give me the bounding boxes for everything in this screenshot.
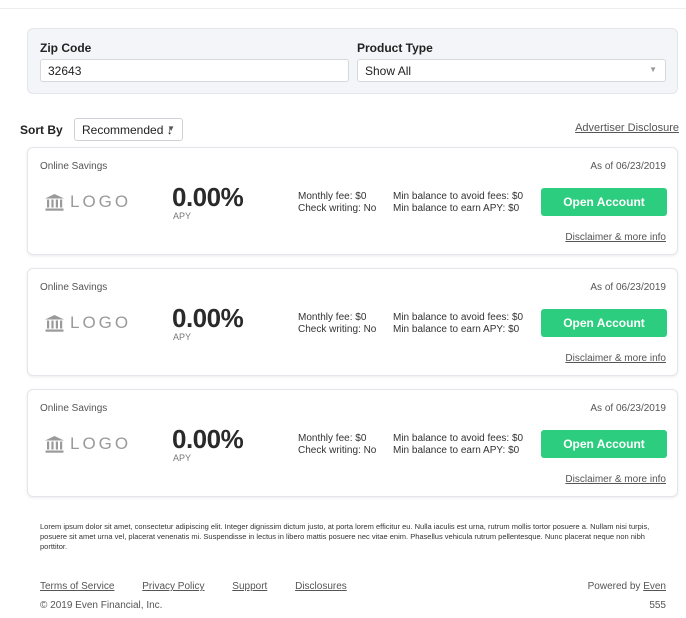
bank-icon bbox=[45, 193, 64, 211]
terms-of-service-link[interactable]: Terms of Service bbox=[40, 581, 114, 592]
fee-details: Monthly fee: $0 Check writing: No bbox=[298, 191, 376, 215]
footer-links: Terms of Service Privacy Policy Support … bbox=[40, 581, 372, 592]
balance-details: Min balance to avoid fees: $0 Min balanc… bbox=[393, 433, 523, 457]
min-balance-apy: Min balance to earn APY: $0 bbox=[393, 203, 520, 214]
monthly-fee: Monthly fee: $0 bbox=[298, 191, 367, 202]
bank-logo: LOGO bbox=[45, 192, 131, 212]
bank-logo: LOGO bbox=[45, 434, 131, 454]
legal-disclaimer-text: Lorem ipsum dolor sit amet, consectetur … bbox=[40, 522, 650, 551]
logo-text: LOGO bbox=[70, 313, 132, 332]
apy-rate: 0.00% bbox=[172, 182, 244, 212]
disclaimer-link[interactable]: Disclaimer & more info bbox=[565, 474, 666, 485]
min-balance-fees: Min balance to avoid fees: $0 bbox=[393, 433, 524, 444]
apy-rate: 0.00% bbox=[172, 424, 244, 454]
bank-logo: LOGO bbox=[45, 313, 131, 333]
powered-by-label: Powered by bbox=[587, 581, 641, 592]
disclaimer-link[interactable]: Disclaimer & more info bbox=[565, 353, 666, 364]
balance-details: Min balance to avoid fees: $0 Min balanc… bbox=[393, 312, 523, 336]
logo-text: LOGO bbox=[70, 192, 132, 211]
min-balance-fees: Min balance to avoid fees: $0 bbox=[393, 191, 524, 202]
fee-details: Monthly fee: $0 Check writing: No bbox=[298, 433, 376, 457]
powered-by: Powered by Even bbox=[588, 581, 666, 592]
zip-code-input[interactable] bbox=[40, 59, 349, 82]
rate-date: As of 06/23/2019 bbox=[590, 282, 666, 293]
check-writing: Check writing: No bbox=[298, 203, 377, 214]
apy-label: APY bbox=[173, 332, 192, 342]
chevron-down-icon: ▼ bbox=[649, 65, 657, 74]
apy-label: APY bbox=[173, 453, 192, 463]
privacy-policy-link[interactable]: Privacy Policy bbox=[142, 581, 204, 592]
sort-select[interactable]: Recommended ↓ ▼ bbox=[74, 118, 183, 141]
check-writing: Check writing: No bbox=[298, 324, 377, 335]
sort-by-label: Sort By bbox=[20, 123, 63, 137]
open-account-button[interactable]: Open Account bbox=[541, 188, 667, 216]
fee-details: Monthly fee: $0 Check writing: No bbox=[298, 312, 376, 336]
apy-rate: 0.00% bbox=[172, 303, 244, 333]
check-writing: Check writing: No bbox=[298, 445, 377, 456]
page-number: 555 bbox=[649, 600, 666, 611]
copyright: © 2019 Even Financial, Inc. bbox=[40, 600, 163, 611]
apy-label: APY bbox=[173, 211, 192, 221]
sort-value: Recommended ↓ bbox=[82, 123, 173, 137]
product-type-label: Product Type bbox=[357, 41, 433, 55]
even-link[interactable]: Even bbox=[643, 581, 666, 592]
account-type: Online Savings bbox=[40, 161, 108, 172]
bank-icon bbox=[45, 435, 64, 453]
advertiser-disclosure-link[interactable]: Advertiser Disclosure bbox=[575, 122, 679, 134]
open-account-button[interactable]: Open Account bbox=[541, 430, 667, 458]
filter-panel: Zip Code Product Type Show All ▼ bbox=[27, 28, 678, 94]
product-type-value: Show All bbox=[365, 64, 412, 78]
logo-text: LOGO bbox=[70, 434, 132, 453]
min-balance-fees: Min balance to avoid fees: $0 bbox=[393, 312, 524, 323]
rate-date: As of 06/23/2019 bbox=[590, 161, 666, 172]
disclaimer-link[interactable]: Disclaimer & more info bbox=[565, 232, 666, 243]
product-type-select[interactable]: Show All ▼ bbox=[357, 59, 666, 82]
support-link[interactable]: Support bbox=[232, 581, 267, 592]
top-divider bbox=[0, 8, 686, 9]
min-balance-apy: Min balance to earn APY: $0 bbox=[393, 324, 520, 335]
min-balance-apy: Min balance to earn APY: $0 bbox=[393, 445, 520, 456]
account-type: Online Savings bbox=[40, 403, 108, 414]
monthly-fee: Monthly fee: $0 bbox=[298, 312, 367, 323]
bank-icon bbox=[45, 314, 64, 332]
disclosures-link[interactable]: Disclosures bbox=[295, 581, 347, 592]
balance-details: Min balance to avoid fees: $0 Min balanc… bbox=[393, 191, 523, 215]
caret-down-icon: ▼ bbox=[167, 124, 175, 133]
account-type: Online Savings bbox=[40, 282, 108, 293]
offer-card: Online Savings As of 06/23/2019 LOGO 0.0… bbox=[27, 389, 678, 497]
zip-code-label: Zip Code bbox=[40, 41, 92, 55]
rate-date: As of 06/23/2019 bbox=[590, 403, 666, 414]
monthly-fee: Monthly fee: $0 bbox=[298, 433, 367, 444]
open-account-button[interactable]: Open Account bbox=[541, 309, 667, 337]
offer-card: Online Savings As of 06/23/2019 LOGO 0.0… bbox=[27, 147, 678, 255]
offer-card: Online Savings As of 06/23/2019 LOGO 0.0… bbox=[27, 268, 678, 376]
